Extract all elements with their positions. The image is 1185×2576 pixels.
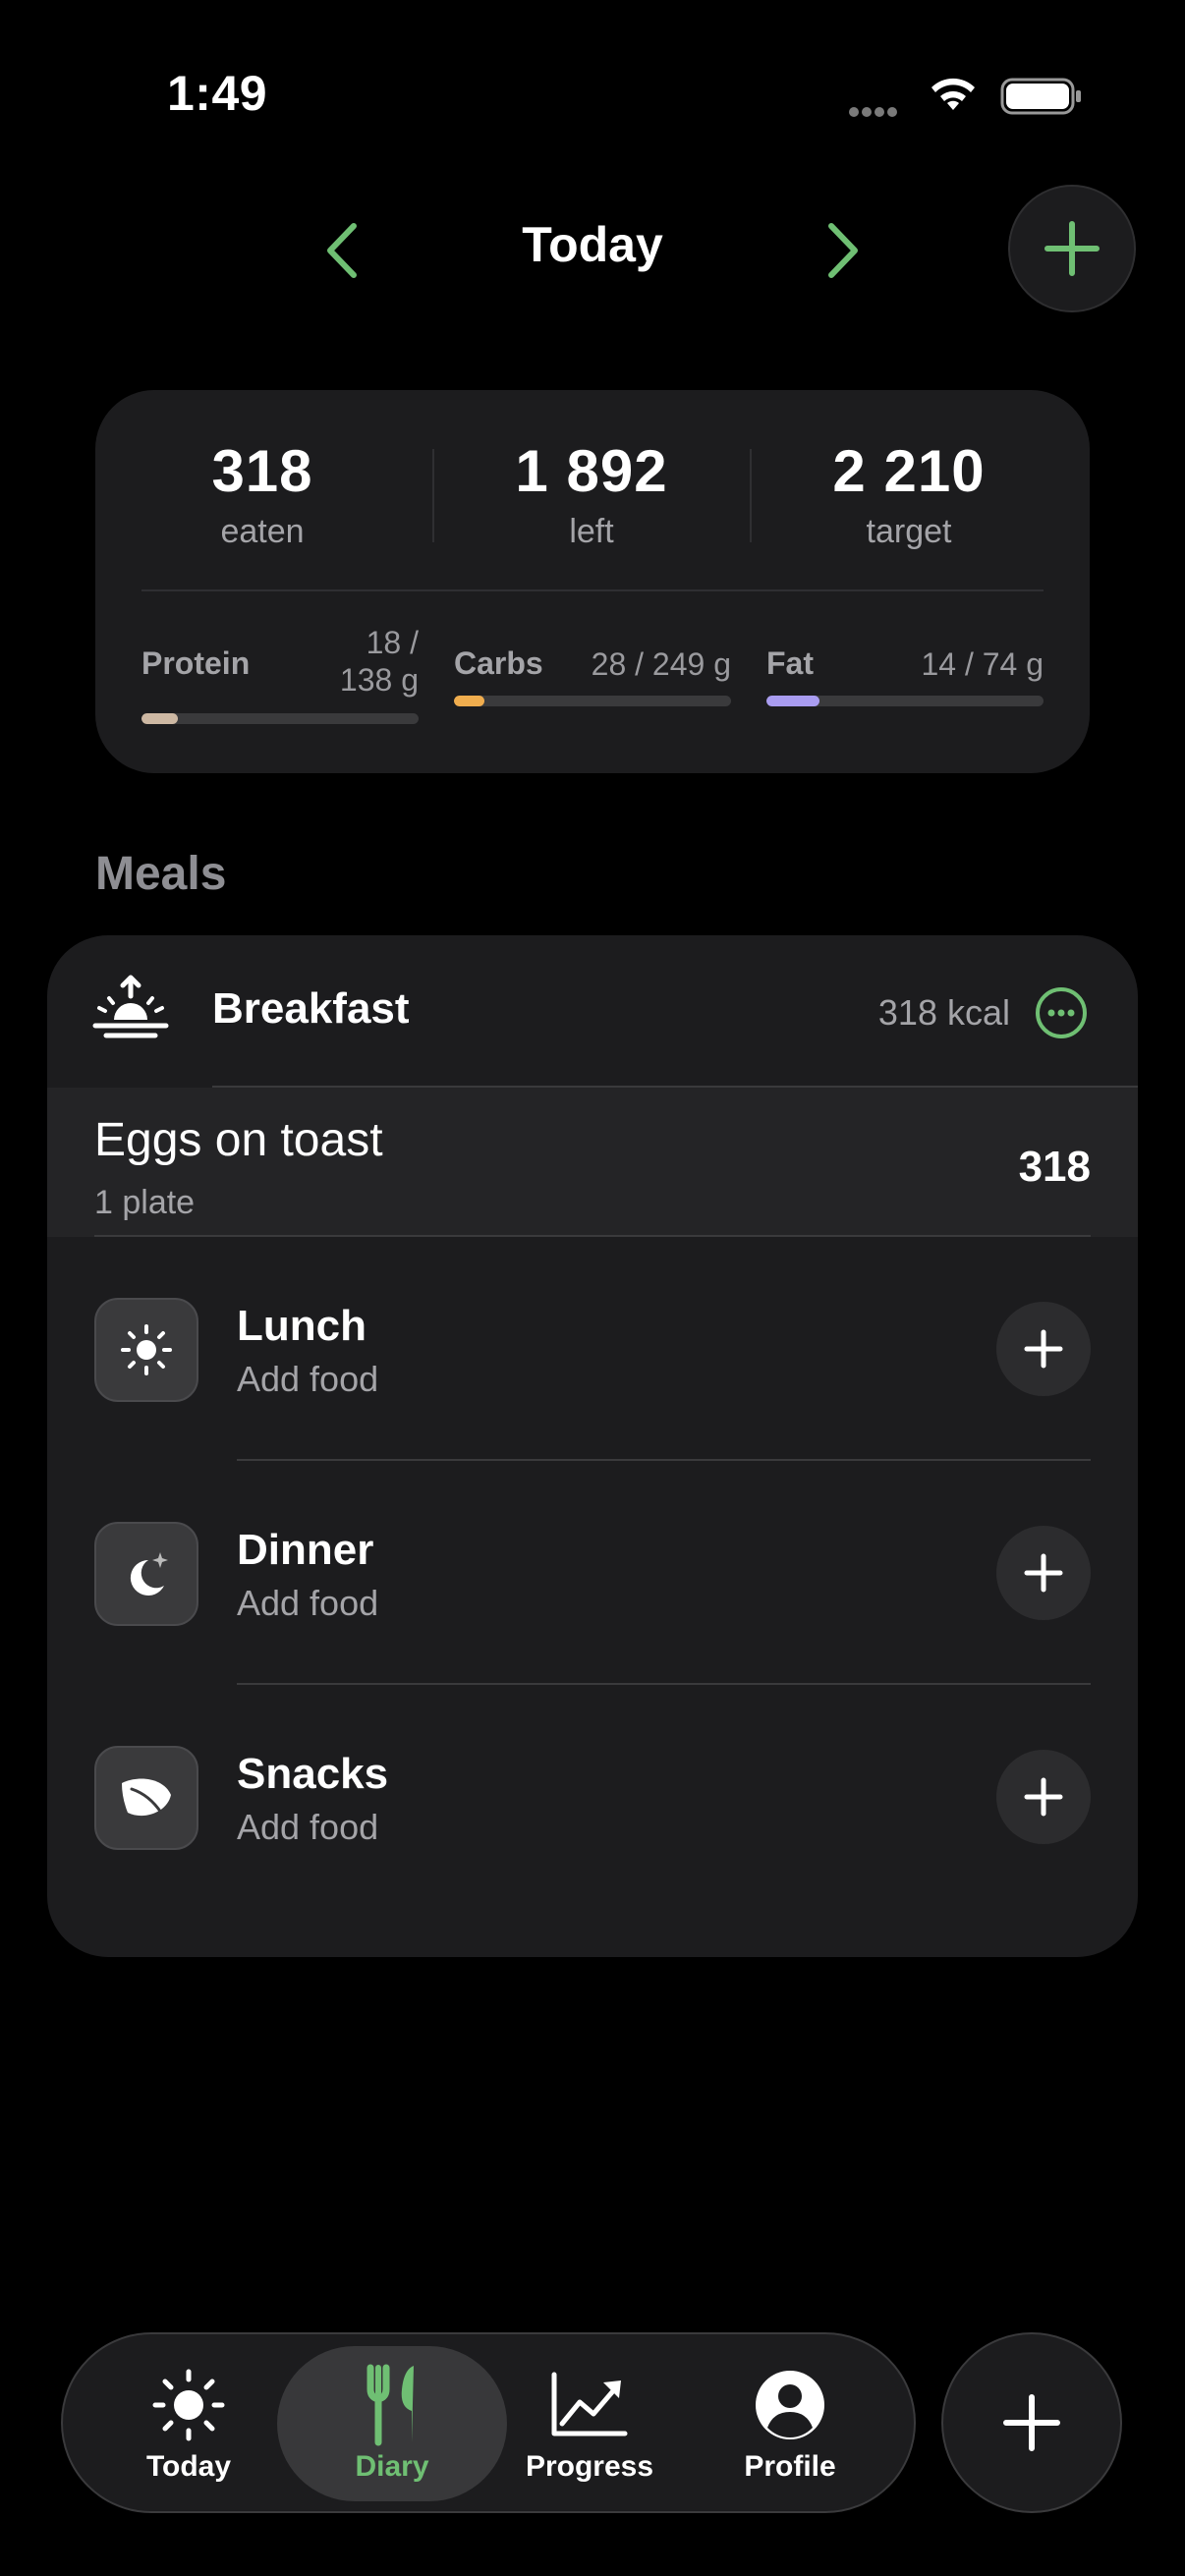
- page-title: Today: [522, 217, 663, 272]
- plus-icon: [1024, 1553, 1063, 1593]
- sunrise-icon: [92, 975, 169, 1038]
- left-value: 1 892: [515, 438, 668, 504]
- macro-progress-fill: [454, 696, 485, 706]
- meal-subtitle: Add food: [237, 1583, 379, 1623]
- next-day-button[interactable]: [810, 206, 878, 295]
- tab-label: Today: [145, 2450, 232, 2483]
- tab-today[interactable]: Today: [90, 2334, 287, 2511]
- target-value: 2 210: [832, 438, 986, 504]
- divider: [141, 589, 1044, 591]
- food-name: Eggs on toast: [94, 1114, 383, 1166]
- tab-label: Progress: [525, 2450, 654, 2483]
- tab-progress[interactable]: Progress: [491, 2334, 688, 2511]
- add-entry-button[interactable]: [1008, 185, 1136, 312]
- leaf-icon: [94, 1746, 198, 1850]
- food-quantity: 1 plate: [94, 1184, 196, 1221]
- person-circle-icon: [751, 2366, 829, 2444]
- macro-amount: 14 / 74 g: [921, 646, 1044, 682]
- macro-progress-bar: [766, 696, 1044, 706]
- calorie-summary-card: 318 eaten 1 892 left 2 210 target Protei…: [95, 390, 1090, 773]
- meal-subtitle: Add food: [237, 1359, 379, 1399]
- meal-subtitle: Add food: [237, 1807, 379, 1847]
- tab-label: Diary: [355, 2450, 429, 2483]
- tab-profile[interactable]: Profile: [692, 2334, 888, 2511]
- macro-progress-fill: [141, 713, 178, 724]
- macro-progress-fill: [766, 696, 819, 706]
- plus-icon: [1024, 1777, 1063, 1817]
- meal-kcal: 318 kcal: [877, 992, 1010, 1033]
- add-food-button[interactable]: [996, 1302, 1091, 1396]
- sun-icon: [149, 2366, 228, 2444]
- meal-row-snacks[interactable]: Snacks Add food: [47, 1685, 1138, 1909]
- macro-amount: 28 / 249 g: [591, 646, 731, 682]
- signal-dots-icon: [849, 104, 908, 117]
- macro-amount-line2: 138 g: [339, 662, 419, 698]
- eaten-stat: 318 eaten: [95, 437, 429, 551]
- macro-amount-line1: 18 /: [366, 625, 419, 660]
- left-stat: 1 892 left: [434, 437, 749, 551]
- sun-icon: [94, 1298, 198, 1402]
- chevron-left-icon: [327, 223, 357, 278]
- meals-card: Breakfast 318 kcal Eggs on toast 1 plate…: [47, 935, 1138, 1957]
- wifi-icon: [931, 78, 975, 110]
- food-kcal: 318: [1018, 1143, 1091, 1191]
- plus-icon: [1044, 221, 1100, 276]
- meals-heading: Meals: [95, 848, 227, 900]
- eaten-label: eaten: [220, 513, 305, 550]
- macro-progress-bar: [141, 713, 419, 724]
- food-entry-row[interactable]: Eggs on toast 1 plate 318: [47, 1088, 1138, 1237]
- add-food-button[interactable]: [996, 1750, 1091, 1844]
- fork-knife-icon: [353, 2364, 431, 2446]
- meal-title: Breakfast: [212, 984, 410, 1033]
- meal-title: Lunch: [237, 1302, 367, 1350]
- chevron-right-icon: [828, 223, 858, 278]
- target-label: target: [866, 513, 952, 550]
- left-label: left: [569, 513, 614, 550]
- plus-icon: [1003, 2394, 1060, 2451]
- plus-icon: [1024, 1329, 1063, 1369]
- macro-name: Protein: [141, 645, 251, 681]
- tab-diary[interactable]: Diary: [294, 2334, 490, 2511]
- add-food-button[interactable]: [996, 1526, 1091, 1620]
- macro-name: Carbs: [454, 645, 543, 681]
- chart-trend-icon: [550, 2366, 629, 2444]
- macro-amount: 18 / 138 g: [340, 624, 419, 699]
- meal-title: Dinner: [237, 1526, 374, 1574]
- previous-day-button[interactable]: [307, 206, 375, 295]
- tab-bar: Today Diary Progress Profile: [61, 2332, 916, 2513]
- status-time: 1:49: [167, 66, 268, 121]
- meal-row-dinner[interactable]: Dinner Add food: [47, 1461, 1138, 1685]
- more-options-icon[interactable]: [1035, 986, 1088, 1039]
- meal-title: Snacks: [237, 1750, 389, 1798]
- macro-progress-bar: [454, 696, 731, 706]
- battery-icon: [1000, 78, 1081, 115]
- eaten-value: 318: [211, 438, 313, 504]
- quick-add-button[interactable]: [941, 2332, 1122, 2513]
- tab-label: Profile: [744, 2450, 836, 2483]
- meal-row-lunch[interactable]: Lunch Add food: [47, 1237, 1138, 1461]
- macro-name: Fat: [766, 645, 814, 681]
- moon-stars-icon: [94, 1522, 198, 1626]
- target-stat: 2 210 target: [752, 437, 1066, 551]
- meal-header-breakfast[interactable]: Breakfast 318 kcal: [47, 935, 1138, 1088]
